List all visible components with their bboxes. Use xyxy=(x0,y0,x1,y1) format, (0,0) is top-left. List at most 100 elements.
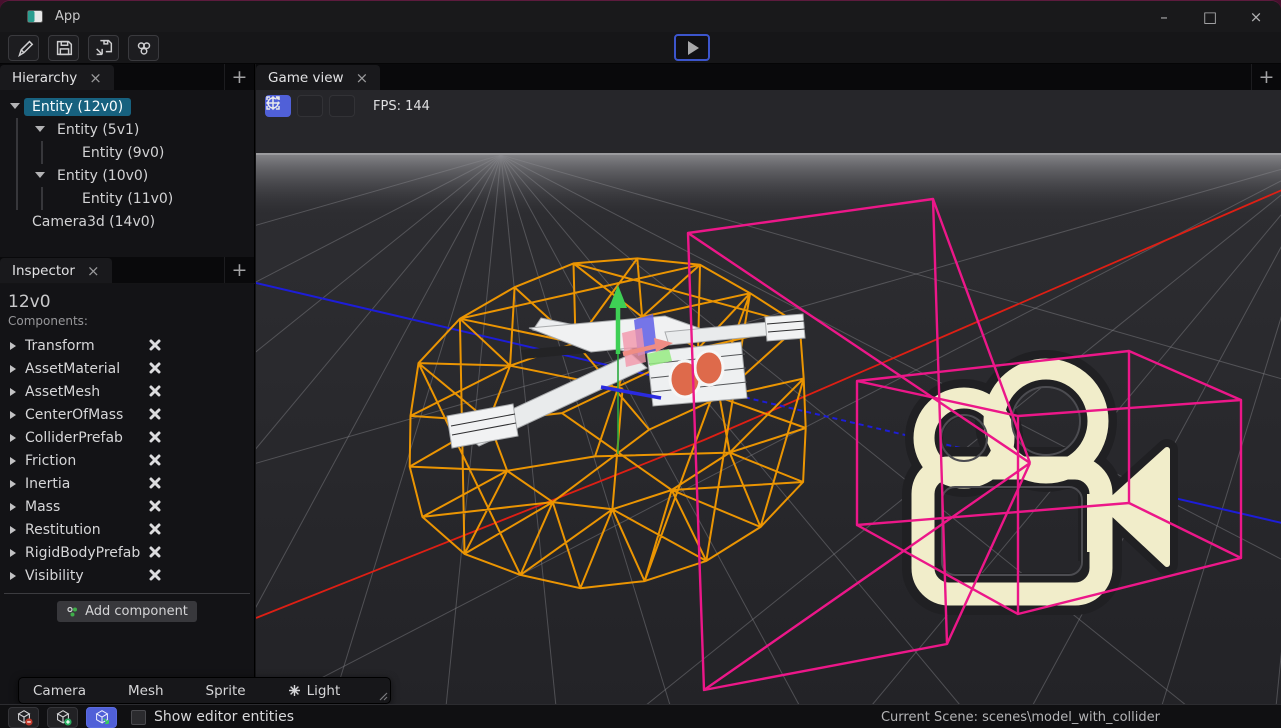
add-tab-button[interactable]: + xyxy=(224,257,254,283)
tab-camera[interactable]: Camera xyxy=(33,683,86,699)
floppy-icon xyxy=(53,37,75,59)
indent-guide xyxy=(16,141,18,164)
hierarchy-item[interactable]: Entity (5v1) xyxy=(0,118,254,141)
hierarchy-item-label[interactable]: Entity (9v0) xyxy=(74,144,172,162)
component-row[interactable]: Mass xyxy=(0,495,254,518)
tab-label: Sprite xyxy=(206,683,246,699)
tab-hierarchy[interactable]: Hierarchy × xyxy=(0,65,114,90)
assets-button[interactable] xyxy=(128,35,159,61)
current-scene-label: Current Scene: scenes\model_with_collide… xyxy=(881,710,1160,725)
component-row[interactable]: Inertia xyxy=(0,472,254,495)
scene-canvas[interactable] xyxy=(256,90,1281,704)
save-scene-button[interactable] xyxy=(48,35,79,61)
component-row[interactable]: RigidBodyPrefab xyxy=(0,541,254,564)
open-scene-button[interactable] xyxy=(8,35,39,61)
component-row[interactable]: AssetMaterial xyxy=(0,357,254,380)
component-row[interactable]: Restitution xyxy=(0,518,254,541)
add-tab-button[interactable]: + xyxy=(1251,64,1281,90)
remove-component-icon[interactable] xyxy=(148,338,162,352)
expand-arrow-icon[interactable] xyxy=(10,526,16,534)
remove-component-icon[interactable] xyxy=(148,361,162,375)
cube-arrow-icon xyxy=(93,708,111,726)
save-scene-as-button[interactable] xyxy=(88,35,119,61)
hierarchy-item[interactable]: Entity (12v0) xyxy=(0,95,254,118)
hierarchy-item-label[interactable]: Entity (5v1) xyxy=(49,121,147,139)
tab-light[interactable]: Light xyxy=(288,683,341,699)
hierarchy-item-label[interactable]: Entity (11v0) xyxy=(74,190,181,208)
hierarchy-item[interactable]: Entity (11v0) xyxy=(0,187,254,210)
expand-arrow-icon[interactable] xyxy=(10,388,16,396)
hierarchy-item[interactable]: Camera3d (14v0) xyxy=(0,210,254,233)
expand-arrow-icon[interactable] xyxy=(10,411,16,419)
close-icon[interactable]: × xyxy=(89,69,102,87)
component-row[interactable]: ColliderPrefab xyxy=(0,426,254,449)
remove-component-icon[interactable] xyxy=(148,522,162,536)
close-icon[interactable]: × xyxy=(87,262,100,280)
expand-arrow-icon[interactable] xyxy=(35,126,45,132)
editor-entities-button[interactable] xyxy=(86,707,117,728)
play-icon xyxy=(688,41,699,55)
viewport-3d[interactable]: FPS: 144 xyxy=(256,90,1281,704)
component-row[interactable]: AssetMesh xyxy=(0,380,254,403)
close-icon[interactable]: × xyxy=(356,69,369,87)
tab-inspector[interactable]: Inspector × xyxy=(0,258,112,283)
remove-component-icon[interactable] xyxy=(148,499,162,513)
hierarchy-item-label[interactable]: Camera3d (14v0) xyxy=(24,213,163,231)
add-component-button[interactable]: Add component xyxy=(57,601,197,622)
expand-arrow-icon[interactable] xyxy=(10,503,16,511)
component-label: AssetMesh xyxy=(25,384,100,400)
hierarchy-item-label[interactable]: Entity (10v0) xyxy=(49,167,156,185)
components-label: Components: xyxy=(8,314,254,328)
remove-component-icon[interactable] xyxy=(148,453,162,467)
expand-arrow-icon[interactable] xyxy=(10,480,16,488)
tab-hierarchy-label: Hierarchy xyxy=(12,70,77,86)
scale-icon xyxy=(265,95,281,111)
component-row[interactable]: Friction xyxy=(0,449,254,472)
remove-component-icon[interactable] xyxy=(148,430,162,444)
hierarchy-tabstrip: Hierarchy × + xyxy=(0,64,255,90)
quill-icon xyxy=(13,37,35,59)
tab-mesh[interactable]: Mesh xyxy=(128,683,164,699)
spawn-entity-button[interactable] xyxy=(47,707,78,728)
show-editor-entities-checkbox[interactable] xyxy=(131,710,146,725)
expand-arrow-icon[interactable] xyxy=(10,457,16,465)
component-row[interactable]: Transform xyxy=(0,334,254,357)
resize-handle[interactable] xyxy=(378,691,388,701)
indent-guide xyxy=(16,164,18,187)
remove-component-icon[interactable] xyxy=(148,384,162,398)
hierarchy-item[interactable]: Entity (10v0) xyxy=(0,164,254,187)
remove-component-icon[interactable] xyxy=(148,476,162,490)
component-row[interactable]: CenterOfMass xyxy=(0,403,254,426)
expand-arrow-icon[interactable] xyxy=(35,172,45,178)
expand-arrow-icon[interactable] xyxy=(10,549,16,557)
add-tab-button[interactable]: + xyxy=(224,64,254,90)
expand-arrow-icon[interactable] xyxy=(10,572,16,580)
minimize-button[interactable]: – xyxy=(1153,8,1175,26)
component-label: Visibility xyxy=(25,568,84,584)
close-button[interactable]: × xyxy=(1245,8,1267,26)
remove-component-icon[interactable] xyxy=(148,407,162,421)
hierarchy-item-label[interactable]: Entity (12v0) xyxy=(24,98,131,116)
add-component-icon xyxy=(66,605,79,618)
expand-arrow-icon[interactable] xyxy=(10,365,16,373)
sun-icon xyxy=(288,684,301,697)
entity-id: 12v0 xyxy=(8,292,254,312)
component-row[interactable]: Visibility xyxy=(0,564,254,587)
expand-arrow-icon[interactable] xyxy=(10,342,16,350)
despawn-entity-button[interactable] xyxy=(8,707,39,728)
remove-component-icon[interactable] xyxy=(148,545,162,559)
expand-arrow-icon[interactable] xyxy=(10,434,16,442)
expand-arrow-icon[interactable] xyxy=(10,103,20,109)
rotate-tool-button[interactable] xyxy=(297,95,323,117)
tab-inspector-label: Inspector xyxy=(12,263,75,279)
titlebar: App – □ × xyxy=(0,1,1281,32)
play-button[interactable] xyxy=(674,34,710,61)
hierarchy-item[interactable]: Entity (9v0) xyxy=(0,141,254,164)
package-minus-icon xyxy=(15,708,33,726)
tab-sprite[interactable]: Sprite xyxy=(206,683,246,699)
tab-game-view[interactable]: Game view × xyxy=(256,65,380,90)
show-editor-entities-label: Show editor entities xyxy=(154,709,294,725)
scale-tool-button[interactable] xyxy=(329,95,355,117)
remove-component-icon[interactable] xyxy=(148,568,162,582)
maximize-button[interactable]: □ xyxy=(1199,8,1221,26)
